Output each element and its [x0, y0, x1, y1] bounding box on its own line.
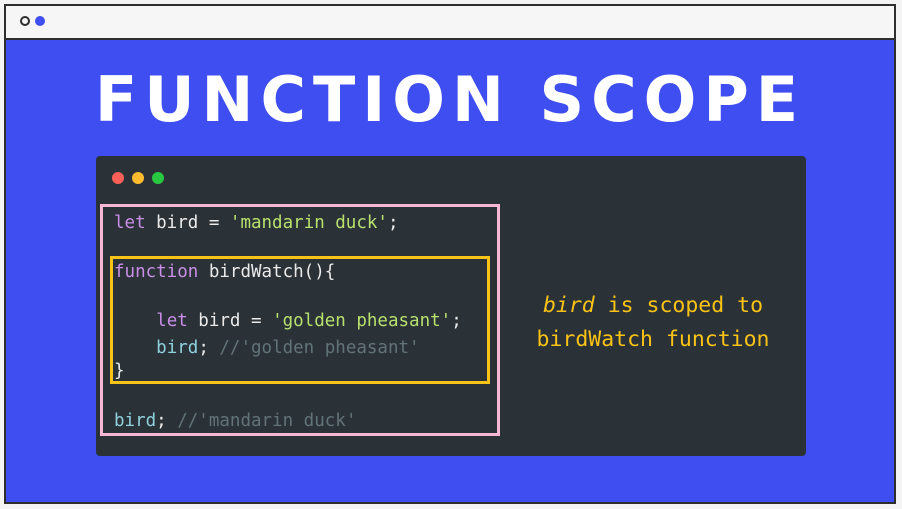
- code-text: bird =: [145, 213, 230, 233]
- code-comment: //'golden pheasant': [208, 338, 420, 358]
- string-literal: 'mandarin duck': [229, 213, 388, 233]
- maximize-dot-icon[interactable]: [152, 172, 164, 184]
- browser-frame: FUNCTION SCOPE let bird = 'mandarin duck…: [4, 4, 896, 504]
- page-title: FUNCTION SCOPE: [94, 63, 806, 136]
- code-line-3: let bird = 'golden pheasant';: [114, 310, 462, 332]
- semicolon: ;: [156, 411, 167, 431]
- explanation-line-2: birdWatch function: [536, 327, 770, 352]
- window-control-icon[interactable]: [35, 16, 45, 26]
- variable-reference: bird: [114, 411, 157, 431]
- code-line-4: bird; //'golden pheasant': [114, 337, 420, 359]
- code-line-6: bird; //'mandarin duck': [114, 410, 356, 432]
- string-literal: 'golden pheasant': [272, 311, 452, 331]
- window-control-icon[interactable]: [20, 16, 30, 26]
- scope-explanation: bird is scoped to birdWatch function: [508, 289, 798, 357]
- closing-brace: }: [114, 361, 125, 381]
- code-line-5: }: [114, 360, 125, 382]
- code-comment: //'mandarin duck': [166, 411, 357, 431]
- keyword: function: [114, 262, 199, 282]
- explanation-line-1: bird is scoped to: [508, 289, 798, 323]
- semicolon: ;: [451, 311, 462, 331]
- minimize-dot-icon[interactable]: [132, 172, 144, 184]
- code-text: bird =: [187, 311, 273, 331]
- semicolon: ;: [198, 338, 209, 358]
- keyword: let: [156, 311, 188, 331]
- semicolon: ;: [387, 213, 399, 233]
- code-line-2: function birdWatch(){: [114, 261, 335, 283]
- keyword: let: [114, 213, 146, 233]
- code-line-1: let bird = 'mandarin duck';: [114, 212, 399, 234]
- code-window: let bird = 'mandarin duck'; function bir…: [96, 156, 806, 456]
- browser-top-bar: [6, 6, 894, 40]
- variable-reference: bird: [156, 338, 199, 358]
- code-text: birdWatch(){: [198, 262, 336, 282]
- explanation-variable: bird: [542, 293, 595, 318]
- close-dot-icon[interactable]: [112, 172, 124, 184]
- explanation-text: is scoped to: [594, 293, 764, 318]
